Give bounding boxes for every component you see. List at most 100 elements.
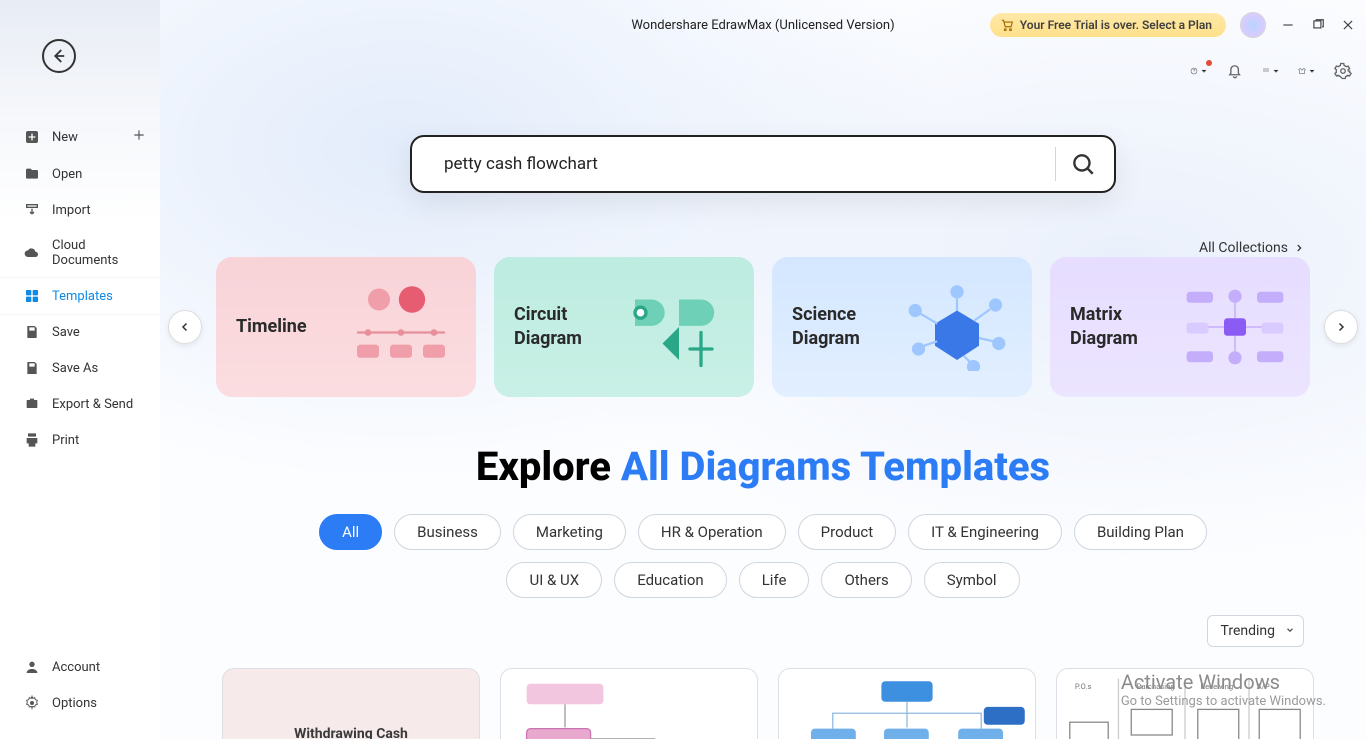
cart-icon [1000, 18, 1014, 32]
minimize-button[interactable] [1280, 17, 1296, 33]
chevron-down-icon [1272, 62, 1280, 80]
maximize-button[interactable] [1310, 17, 1326, 33]
secondary-toolbar [1190, 62, 1352, 80]
sort-selected: Trending [1220, 623, 1275, 639]
explore-prefix: Explore [476, 443, 621, 490]
template-card[interactable]: P.O.s Purchasing Receiving A/P [1056, 668, 1314, 739]
sidebar-item-open[interactable]: Open [0, 156, 160, 192]
chip-business[interactable]: Business [394, 514, 501, 550]
chevron-right-icon [1294, 243, 1304, 253]
templates-icon [24, 288, 40, 304]
sidebar-item-import[interactable]: Import [0, 192, 160, 228]
trial-banner[interactable]: Your Free Trial is over. Select a Plan [990, 13, 1226, 37]
import-icon [24, 202, 40, 218]
sidebar-item-cloud[interactable]: Cloud Documents [0, 228, 160, 278]
chip-hr[interactable]: HR & Operation [638, 514, 786, 550]
template-title: Withdrawing Cash [294, 726, 408, 739]
arrow-left-icon [50, 47, 68, 65]
cloud-icon [24, 245, 40, 261]
chip-education[interactable]: Education [614, 562, 727, 598]
save-icon [24, 324, 40, 340]
search-button[interactable] [1070, 151, 1096, 177]
chip-life[interactable]: Life [739, 562, 810, 598]
timeline-art [346, 277, 456, 377]
category-card-science[interactable]: Science Diagram [772, 257, 1032, 397]
new-icon [24, 129, 40, 145]
explore-highlight: All Diagrams Templates [621, 443, 1050, 490]
carousel-prev[interactable] [168, 310, 202, 344]
plus-icon[interactable] [132, 128, 146, 146]
bell-icon[interactable] [1226, 62, 1244, 80]
svg-text:P.O.s: P.O.s [1075, 682, 1092, 691]
app-title: Wondershare EdrawMax (Unlicensed Version… [631, 18, 894, 33]
main: Wondershare EdrawMax (Unlicensed Version… [160, 0, 1366, 739]
card-title: Timeline [236, 315, 307, 339]
category-card-timeline[interactable]: Timeline [216, 257, 476, 397]
template-card[interactable] [778, 668, 1036, 739]
circuit-art [624, 277, 734, 377]
chevron-right-icon [1335, 321, 1347, 333]
template-results: Withdrawing Cash Start P.O.s Purchasing Re… [160, 668, 1366, 739]
all-collections-link[interactable]: All Collections [1199, 240, 1304, 256]
chip-building[interactable]: Building Plan [1074, 514, 1207, 550]
sidebar-label: Options [52, 696, 97, 711]
chip-symbol[interactable]: Symbol [924, 562, 1020, 598]
svg-text:Receiving: Receiving [1200, 682, 1233, 691]
explore-heading: Explore All Diagrams Templates [160, 443, 1366, 490]
science-art [902, 277, 1012, 377]
chevron-down-icon [1308, 62, 1316, 80]
sidebar-item-saveas[interactable]: Save As [0, 350, 160, 386]
chip-it[interactable]: IT & Engineering [908, 514, 1062, 550]
card-title: Science Diagram [792, 303, 902, 352]
apps-icon[interactable] [1262, 62, 1280, 80]
close-button[interactable] [1340, 17, 1356, 33]
sidebar-item-export[interactable]: Export & Send [0, 386, 160, 422]
settings-icon[interactable] [1334, 62, 1352, 80]
print-icon [24, 432, 40, 448]
template-card[interactable]: Withdrawing Cash Start [222, 668, 480, 739]
search-input[interactable] [444, 154, 1047, 174]
sidebar-label: Save As [52, 361, 98, 376]
search-box [410, 135, 1116, 193]
trial-text: Your Free Trial is over. Select a Plan [1020, 18, 1212, 32]
sidebar-item-print[interactable]: Print [0, 422, 160, 458]
sidebar-item-options[interactable]: Options [0, 685, 160, 721]
sidebar-label: Account [52, 660, 100, 675]
sidebar-label: Save [52, 325, 80, 340]
carousel-next[interactable] [1324, 310, 1358, 344]
template-thumb [501, 671, 757, 739]
chip-others[interactable]: Others [821, 562, 911, 598]
sidebar-item-templates[interactable]: Templates [0, 278, 160, 314]
sidebar-label: Cloud Documents [52, 238, 146, 268]
back-button[interactable] [42, 39, 76, 73]
folder-icon [24, 166, 40, 182]
sidebar-label: New [52, 130, 78, 145]
tshirt-icon[interactable] [1298, 62, 1316, 80]
sidebar-item-save[interactable]: Save [0, 314, 160, 350]
template-thumb [779, 671, 1035, 739]
template-card[interactable] [500, 668, 758, 739]
all-collections-label: All Collections [1199, 240, 1288, 256]
export-icon [24, 396, 40, 412]
svg-text:A/P: A/P [1257, 682, 1270, 691]
saveas-icon [24, 360, 40, 376]
sidebar-label: Templates [52, 289, 113, 304]
sort-dropdown[interactable]: Trending [1207, 615, 1304, 647]
category-card-circuit[interactable]: Circuit Diagram [494, 257, 754, 397]
sidebar-item-new[interactable]: New [0, 118, 160, 156]
card-title: Matrix Diagram [1070, 303, 1180, 352]
notification-dot [1206, 60, 1212, 66]
sidebar-label: Import [52, 203, 91, 218]
gear-icon [24, 695, 40, 711]
chevron-left-icon [179, 321, 191, 333]
help-icon[interactable] [1190, 62, 1208, 80]
chip-uiux[interactable]: UI & UX [506, 562, 602, 598]
svg-text:Purchasing: Purchasing [1136, 682, 1174, 691]
chip-marketing[interactable]: Marketing [513, 514, 626, 550]
category-card-matrix[interactable]: Matrix Diagram [1050, 257, 1310, 397]
chip-all[interactable]: All [319, 514, 382, 550]
sidebar-item-account[interactable]: Account [0, 649, 160, 685]
avatar[interactable] [1240, 12, 1266, 38]
chip-product[interactable]: Product [798, 514, 896, 550]
sidebar-label: Export & Send [52, 397, 133, 412]
